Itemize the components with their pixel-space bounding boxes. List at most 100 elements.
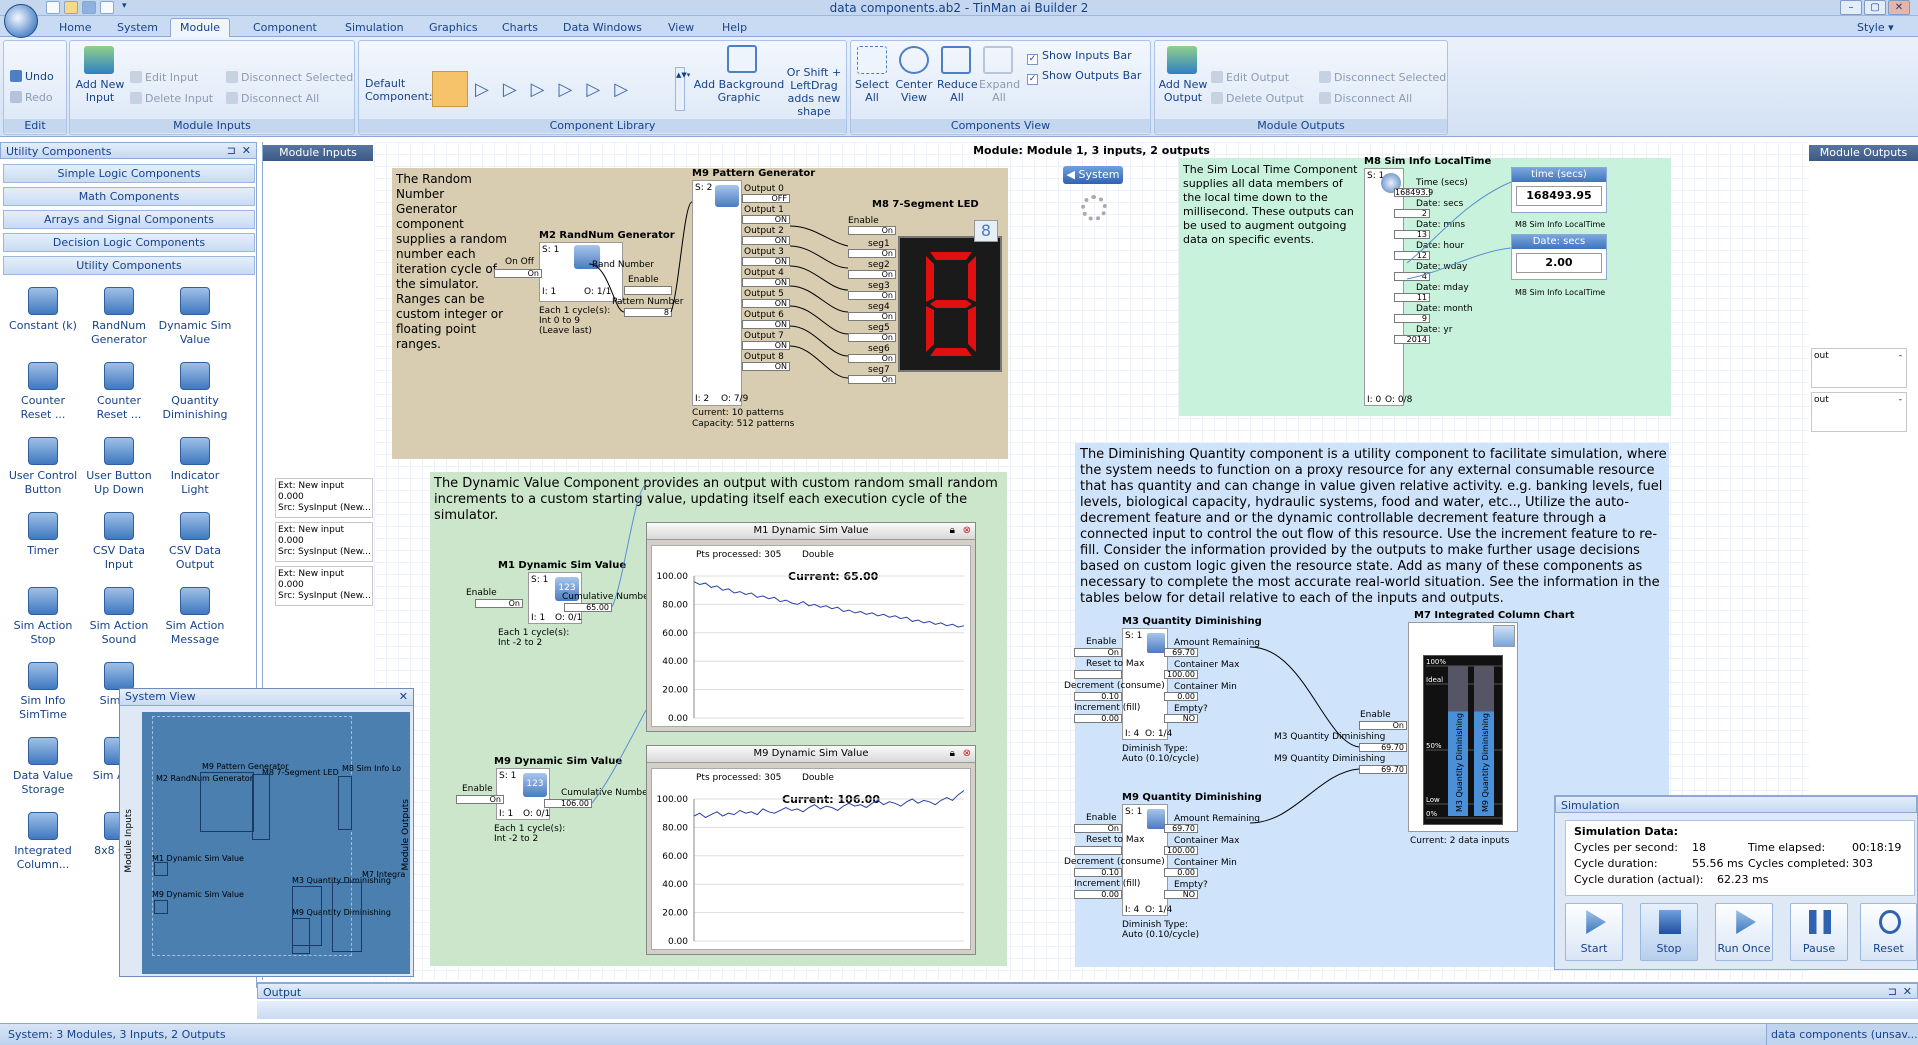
edit-output-button[interactable]: Edit Output [1211,71,1289,84]
m1-enable-port[interactable]: On [475,599,523,608]
delete-input-button[interactable]: Delete Input [130,92,213,105]
tool-14[interactable]: Sim Action Message [158,587,232,647]
m7-input2-port[interactable]: 69.70 [1359,765,1407,774]
m9-chart-window[interactable]: M9 Dynamic Sim Value ⊗ 🔒︎ Pts processed: 3… [646,745,976,955]
close-panel-icon[interactable]: ✕ [242,144,251,157]
tool-2[interactable]: Dynamic Sim Value [158,287,232,347]
m9q-output-port[interactable]: 69.70 [1164,824,1198,833]
pattern-output-port[interactable]: ON [742,236,790,245]
disconnect-all-inputs-button[interactable]: Disconnect All [226,92,319,105]
m9-dynamic-component[interactable]: S: 1 123 I: 1 O: 0/1 [496,768,550,820]
sim-field-port[interactable]: 2 [1394,209,1430,218]
tool-15[interactable]: Sim Info SimTime [6,662,80,722]
pin-icon[interactable]: ⊐ [227,144,236,157]
pattern-output-port[interactable]: ON [742,362,790,371]
tool-8[interactable]: Indicator Light [158,437,232,497]
category-decision-logic[interactable]: Decision Logic Components [3,233,255,252]
module-output-item[interactable]: out - [1811,348,1907,388]
pattern-output-port[interactable]: ON [742,278,790,287]
category-utility[interactable]: Utility Components [3,256,255,275]
sim-field-port[interactable]: 12 [1394,251,1430,260]
time-display-window[interactable]: time (secs) 168493.95 [1511,167,1607,213]
save-icon[interactable] [82,1,96,14]
m7-enable-port[interactable]: On [1359,721,1407,730]
start-button[interactable]: Start [1565,903,1623,961]
module-input-item[interactable]: Ext: New input 0.000 Src: SysInput (New... [275,522,373,562]
system-button[interactable]: ◀ System [1063,166,1123,184]
module-input-item[interactable]: Ext: New input 0.000 Src: SysInput (New... [275,566,373,606]
m3-output-port[interactable]: NO [1164,714,1198,723]
undo-button[interactable]: Undo [10,70,54,83]
add-new-input-button[interactable]: Add New Input [74,78,126,104]
pause-button[interactable]: Pause [1790,903,1848,961]
module-input-item[interactable]: Ext: New input 0.000 Src: SysInput (New... [275,478,373,518]
m3-input-port[interactable]: 0.10 [1074,692,1122,701]
led-segment-port[interactable]: On [848,270,896,279]
qat-dropdown-icon[interactable]: ▾ [122,1,127,11]
sim-field-port[interactable]: 11 [1394,293,1430,302]
m3-output-port[interactable]: 100.00 [1164,670,1198,679]
tool-13[interactable]: Sim Action Sound [82,587,156,647]
tab-graphics[interactable]: Graphics [420,19,487,37]
show-inputs-bar-checkbox[interactable]: ✓ Show Inputs Bar [1027,49,1132,65]
led-segment-port[interactable]: On [848,375,896,384]
disconnect-selected-outputs-button[interactable]: Disconnect Selected [1319,71,1446,84]
lock-icon[interactable]: 🔒︎ [950,523,955,539]
led-segment-port[interactable]: On [848,333,896,342]
led-segment-port[interactable]: On [848,249,896,258]
system-view-window[interactable]: System View ✕ M9 Pattern Generator M2 Rand… [119,688,414,977]
show-outputs-bar-checkbox[interactable]: ✓ Show Outputs Bar [1027,69,1141,85]
run-once-button[interactable]: Run Once [1715,903,1773,961]
add-background-graphic-button[interactable]: Add Background Graphic [693,78,785,104]
tab-charts[interactable]: Charts [493,19,547,37]
m8-sim-info-component[interactable]: S: 1 I: 0 O: 0/8 [1364,168,1412,406]
m9q-input-port[interactable]: 0.10 [1074,868,1122,877]
pattern-output-port[interactable]: OFF [742,194,790,203]
m3-input-port[interactable] [1074,670,1122,679]
m9q-output-port[interactable]: NO [1164,890,1198,899]
m9-pattern-component[interactable]: S: 2 I: 2 O: 7/9 [692,180,748,406]
minimize-button[interactable]: – [1840,0,1862,15]
tab-simulation[interactable]: Simulation [336,19,413,37]
expand-all-button[interactable]: Expand All [979,78,1020,104]
select-all-button[interactable]: Select All [853,78,891,104]
tool-3[interactable]: Counter Reset ... [6,362,80,422]
led-segment-port[interactable]: On [848,354,896,363]
m9q-output-port[interactable]: 0.00 [1164,868,1198,877]
close-button[interactable]: ✕ [1888,0,1910,15]
m2-onoff-port[interactable]: On [494,269,542,278]
close-icon[interactable]: ✕ [399,690,408,703]
disconnect-all-outputs-button[interactable]: Disconnect All [1319,92,1412,105]
sim-field-port[interactable]: 9 [1394,314,1430,323]
m9d-enable-port[interactable]: On [456,795,504,804]
tool-9[interactable]: Timer [6,512,80,558]
tab-component[interactable]: Component [244,19,326,37]
tab-help[interactable]: Help [713,19,756,37]
m3-input-port[interactable]: 0.00 [1074,714,1122,723]
m2-randnum-component[interactable]: S: 1 I: 1 O: 1/1 [539,242,623,302]
tool-0[interactable]: Constant (k) [6,287,80,333]
redo-button[interactable]: Redo [10,91,53,104]
m9q-input-port[interactable] [1074,846,1122,855]
tab-module[interactable]: Module [170,18,230,38]
print-icon[interactable] [100,1,114,14]
m7-input1-port[interactable]: 69.70 [1359,743,1407,752]
tool-11[interactable]: CSV Data Output [158,512,232,572]
pattern-number-port[interactable]: 8 [624,308,672,317]
close-panel-icon[interactable]: ✕ [1903,985,1912,998]
style-menu[interactable]: Style ▾ [1848,19,1903,37]
module-output-item[interactable]: out - [1811,392,1907,432]
pin-icon[interactable]: ⊐ [1888,985,1897,998]
tool-12[interactable]: Sim Action Stop [6,587,80,647]
led-segment-port[interactable]: On [848,312,896,321]
m9q-output-port[interactable]: 100.00 [1164,846,1198,855]
m9q-input-port[interactable]: On [1074,824,1122,833]
m9q-input-port[interactable]: 0.00 [1074,890,1122,899]
default-component-selector[interactable] [432,71,468,107]
maximize-button[interactable]: ▢ [1864,0,1886,15]
new-file-icon[interactable] [46,1,60,14]
tool-5[interactable]: Quantity Diminishing [158,362,232,422]
open-folder-icon[interactable] [64,1,78,14]
tool-4[interactable]: Counter Reset ... [82,362,156,422]
tool-21[interactable]: Integrated Column... [6,812,80,872]
